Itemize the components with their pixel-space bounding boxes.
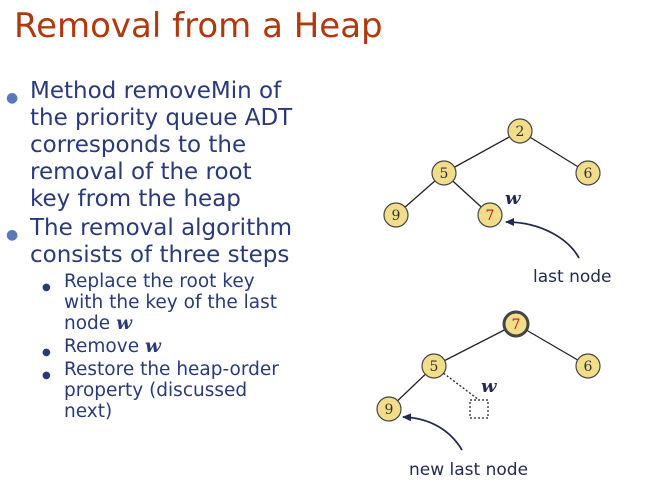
node-key: 9 [385, 402, 394, 418]
heap-node-last: 7 [477, 202, 503, 228]
node-key: 2 [516, 124, 525, 140]
w-label: w [481, 376, 498, 397]
arrow-icon [505, 218, 580, 259]
caption-last-node: last node [533, 267, 612, 287]
heap-node-root: 2 [507, 118, 533, 144]
heap-node-right: 6 [575, 353, 601, 379]
node-key: 7 [486, 208, 495, 224]
caption-new-last-node: new last node [409, 460, 528, 480]
tree-edge [433, 323, 517, 367]
node-key: 9 [392, 208, 401, 224]
arrow-icon [402, 413, 463, 451]
w-label: w [505, 188, 522, 209]
heap-after: 7 5 6 9 w new last node [376, 310, 601, 480]
node-key: 6 [584, 359, 593, 375]
heap-diagrams: 2 5 6 9 7 w last node 7 5 6 9 w new last… [376, 118, 612, 480]
node-key: 7 [512, 317, 521, 333]
heap-before: 2 5 6 9 7 w last node [383, 118, 612, 287]
heap-node-root: 7 [502, 310, 530, 338]
heap-node-left: 5 [431, 160, 457, 186]
removed-node-placeholder [469, 399, 489, 419]
node-key: 5 [440, 166, 449, 182]
tree-edge [443, 130, 521, 174]
node-key: 5 [430, 359, 439, 375]
heap-node-left-left: 9 [383, 202, 409, 228]
heap-node-left-left: 9 [376, 396, 402, 422]
slide: Removal from a Heap ● Method removeMin o… [0, 0, 667, 494]
heap-node-left: 5 [421, 353, 447, 379]
node-key: 6 [584, 166, 593, 182]
heap-node-right: 6 [575, 160, 601, 186]
